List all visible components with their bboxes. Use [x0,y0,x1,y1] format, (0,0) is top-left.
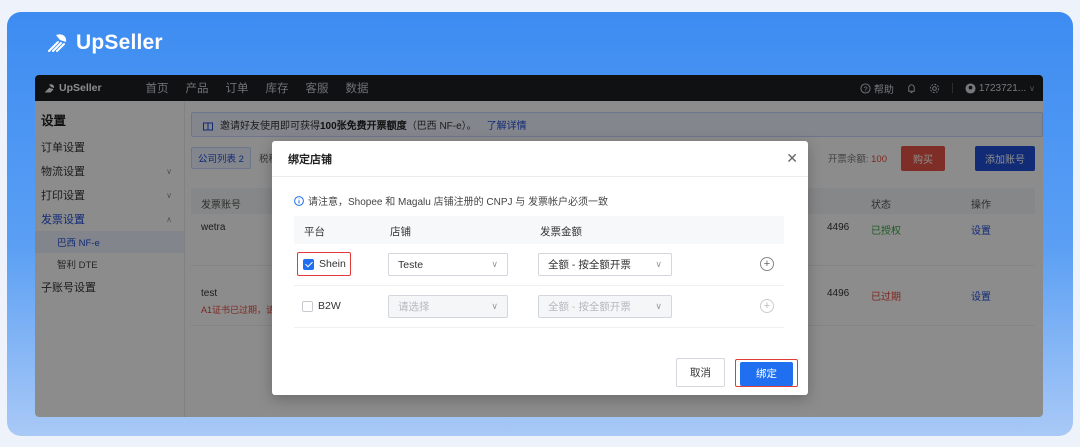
column-header-store: 店铺 [390,226,411,238]
upseller-logo-icon [48,34,67,52]
close-icon[interactable]: ✕ [786,150,798,167]
column-header-amount: 发票金额 [540,226,582,238]
amount-select-value: 全额 - 按全额开票 [548,259,631,271]
dialog-tip: 请注意，Shopee 和 Magalu 店铺注册的 CNPJ 与 发票帐户必须一… [294,193,608,208]
bind-button-highlight: 绑定 [735,358,798,387]
amount-select[interactable]: 全额 - 按全额开票 ∨ [538,295,672,318]
amount-select-value: 全额 - 按全额开票 [548,301,631,313]
chevron-down-icon: ∨ [655,259,662,269]
chevron-down-icon: ∨ [491,301,498,311]
bind-store-dialog: 绑定店铺 ✕ 请注意，Shopee 和 Magalu 店铺注册的 CNPJ 与 … [272,141,808,395]
platform-label: Shein [319,258,346,270]
tip-text: 请注意，Shopee 和 Magalu 店铺注册的 CNPJ 与 发票帐户必须一… [308,197,609,208]
brand: UpSeller [44,30,163,56]
chevron-down-icon: ∨ [491,259,498,269]
info-icon [294,195,304,206]
store-select[interactable]: 请选择 ∨ [388,295,508,318]
platform-checkbox-b2w[interactable]: B2W [297,294,351,318]
dialog-footer: 取消 绑定 [676,358,798,387]
bind-button[interactable]: 绑定 [740,361,793,386]
checkbox-unchecked-icon [302,300,313,312]
store-binding-table: 平台 店铺 发票金额 Shein Teste ∨ 全额 - 按全额开票 ∨ + … [294,216,784,328]
store-select-placeholder: 请选择 [398,301,430,313]
store-select[interactable]: Teste ∨ [388,253,508,276]
platform-label: B2W [318,300,341,312]
table-header: 平台 店铺 发票金额 [294,216,784,244]
table-row: Shein Teste ∨ 全额 - 按全额开票 ∨ + [294,244,784,286]
amount-select[interactable]: 全额 - 按全额开票 ∨ [538,253,672,276]
cancel-button[interactable]: 取消 [676,358,725,387]
add-row-icon[interactable]: + [760,257,774,271]
brand-name: UpSeller [76,31,163,54]
dialog-title: 绑定店铺 [272,141,808,177]
table-row: B2W 请选择 ∨ 全额 - 按全额开票 ∨ + [294,286,784,328]
platform-checkbox-shein[interactable]: Shein [297,252,351,276]
checkbox-checked-icon [303,258,314,270]
chevron-down-icon: ∨ [655,301,662,311]
column-header-platform: 平台 [304,226,325,238]
add-row-icon[interactable]: + [760,299,774,313]
store-select-value: Teste [398,258,424,271]
